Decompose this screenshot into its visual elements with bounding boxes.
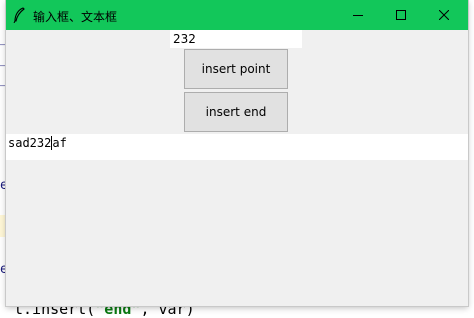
close-button[interactable]: [422, 0, 466, 30]
insert-end-button[interactable]: insert end: [184, 92, 288, 132]
window-title: 输入框、文本框: [33, 10, 118, 24]
text-after-cursor: af: [52, 136, 67, 150]
title-bar[interactable]: 输入框、文本框: [6, 0, 468, 30]
insert-point-button[interactable]: insert point: [184, 49, 288, 89]
text-before-cursor: sad232: [8, 136, 52, 150]
close-icon: [439, 10, 449, 20]
text-widget[interactable]: sad232af: [6, 134, 468, 160]
maximize-button[interactable]: [379, 0, 423, 30]
entry-input[interactable]: [170, 30, 302, 48]
feather-icon: [12, 7, 26, 24]
minimize-button[interactable]: [336, 0, 380, 30]
minimize-icon: [353, 15, 363, 16]
window-client-area: insert point insert end sad232af: [6, 30, 468, 306]
app-window: 输入框、文本框 insert point insert end sad232af: [6, 0, 468, 306]
maximize-icon: [396, 10, 406, 20]
